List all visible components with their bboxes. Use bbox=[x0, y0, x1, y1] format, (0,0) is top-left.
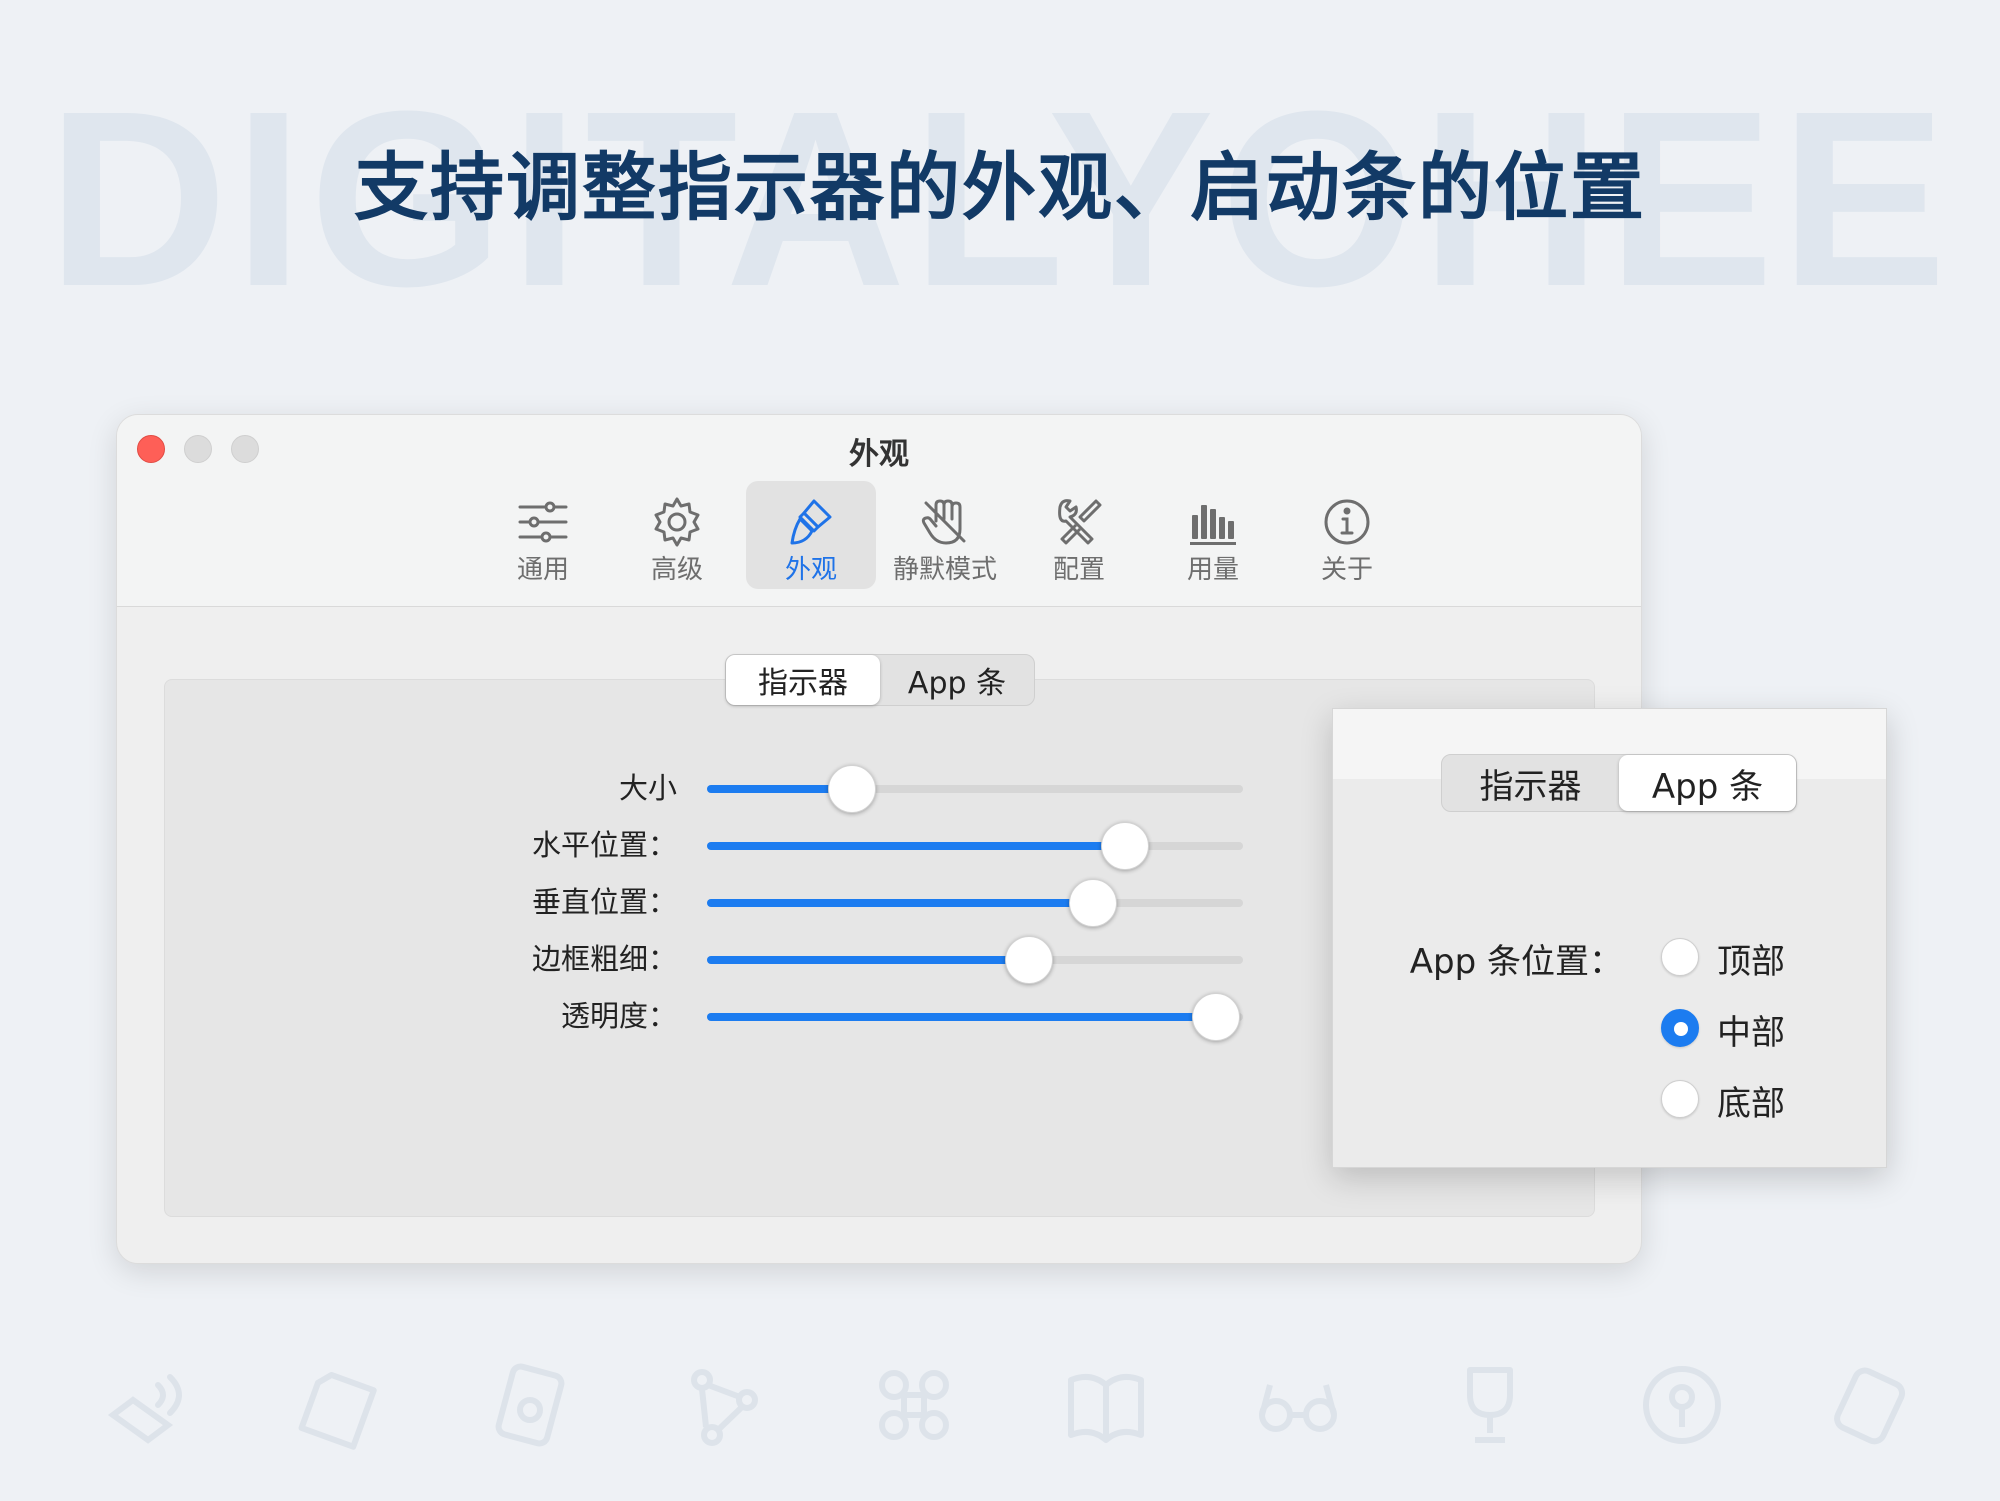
slider-fill bbox=[707, 899, 1093, 907]
toolbar-label: 配置 bbox=[1052, 555, 1105, 585]
command-key-icon bbox=[864, 1355, 964, 1455]
slider-label-vertical: 垂直位置： bbox=[531, 885, 677, 919]
slider-knob[interactable] bbox=[1192, 993, 1241, 1041]
bar-chart-icon bbox=[1186, 495, 1240, 549]
slider-knob[interactable] bbox=[1004, 936, 1053, 984]
trophy-icon bbox=[1440, 1355, 1540, 1455]
toolbar-about[interactable]: 关于 bbox=[1282, 481, 1412, 589]
info-circle-icon bbox=[1320, 495, 1374, 549]
sd-card-icon bbox=[290, 1355, 390, 1455]
window-segmented-control: 指示器 App 条 bbox=[725, 654, 1035, 706]
glasses-icon bbox=[1248, 1355, 1348, 1455]
toolbar-label: 高级 bbox=[650, 555, 703, 585]
keyhole-icon bbox=[1632, 1355, 1732, 1455]
slider-label-size: 大小 bbox=[618, 771, 677, 805]
window-title: 外观 bbox=[849, 437, 909, 472]
toolbar-label: 外观 bbox=[784, 555, 837, 585]
toolbar-label: 用量 bbox=[1186, 555, 1239, 585]
segment-app-bar[interactable]: App 条 bbox=[880, 655, 1034, 705]
headline: 支持调整指示器的外观、启动条的位置 bbox=[354, 145, 1646, 231]
toolbar-advanced[interactable]: 高级 bbox=[612, 481, 742, 589]
tag-icon bbox=[1820, 1355, 1920, 1455]
radio-label-bottom: 底部 bbox=[1717, 1084, 1785, 1124]
vertical-position-slider[interactable] bbox=[707, 879, 1243, 927]
slider-knob[interactable] bbox=[1101, 822, 1150, 870]
segment-indicator[interactable]: 指示器 bbox=[726, 655, 880, 705]
sliders-icon bbox=[516, 495, 570, 549]
lock-file-icon bbox=[480, 1355, 580, 1455]
gear-icon bbox=[650, 495, 704, 549]
slider-label-border: 边框粗细： bbox=[531, 942, 677, 976]
wifi-hand-icon bbox=[98, 1355, 198, 1455]
window-titlebar: 外观 通用 高级 外观 静默模式 配置 用量 关于 bbox=[117, 415, 1641, 607]
opacity-slider[interactable] bbox=[707, 993, 1243, 1041]
horizontal-position-slider[interactable] bbox=[707, 822, 1243, 870]
wrench-screwdriver-icon bbox=[1052, 495, 1106, 549]
popup-segmented-control: 指示器 App 条 bbox=[1441, 754, 1797, 812]
border-width-slider[interactable] bbox=[707, 936, 1243, 984]
segment-app-bar[interactable]: App 条 bbox=[1619, 755, 1796, 811]
radio-label-middle: 中部 bbox=[1717, 1013, 1785, 1053]
app-bar-panel: 指示器 App 条 App 条位置： 顶部 中部 底部 bbox=[1332, 708, 1887, 1168]
toolbar-configuration[interactable]: 配置 bbox=[1014, 481, 1144, 589]
toolbar-label: 通用 bbox=[516, 555, 569, 585]
toolbar-label: 关于 bbox=[1320, 555, 1373, 585]
segment-indicator[interactable]: 指示器 bbox=[1442, 755, 1619, 811]
book-icon bbox=[1056, 1355, 1156, 1455]
hand-slash-icon bbox=[918, 495, 972, 549]
size-slider[interactable] bbox=[707, 765, 1243, 813]
toolbar-general[interactable]: 通用 bbox=[478, 481, 608, 589]
toolbar-usage[interactable]: 用量 bbox=[1148, 481, 1278, 589]
slider-fill bbox=[707, 956, 1029, 964]
radio-label-top: 顶部 bbox=[1717, 942, 1785, 982]
slider-label-horizontal: 水平位置： bbox=[531, 828, 677, 862]
slider-knob[interactable] bbox=[827, 765, 876, 813]
radio-top[interactable] bbox=[1661, 938, 1699, 976]
slider-label-opacity: 透明度： bbox=[560, 999, 677, 1033]
radio-bottom[interactable] bbox=[1661, 1080, 1699, 1118]
slider-knob[interactable] bbox=[1068, 879, 1117, 927]
nodes-icon bbox=[672, 1355, 772, 1455]
app-bar-position-label: App 条位置： bbox=[1409, 942, 1623, 982]
slider-fill bbox=[707, 1013, 1217, 1021]
radio-middle[interactable] bbox=[1661, 1009, 1699, 1047]
toolbar-label: 静默模式 bbox=[892, 555, 997, 585]
toolbar-silent-mode[interactable]: 静默模式 bbox=[880, 481, 1010, 589]
toolbar-appearance[interactable]: 外观 bbox=[746, 481, 876, 589]
paintbrush-icon bbox=[784, 495, 838, 549]
slider-fill bbox=[707, 842, 1126, 850]
